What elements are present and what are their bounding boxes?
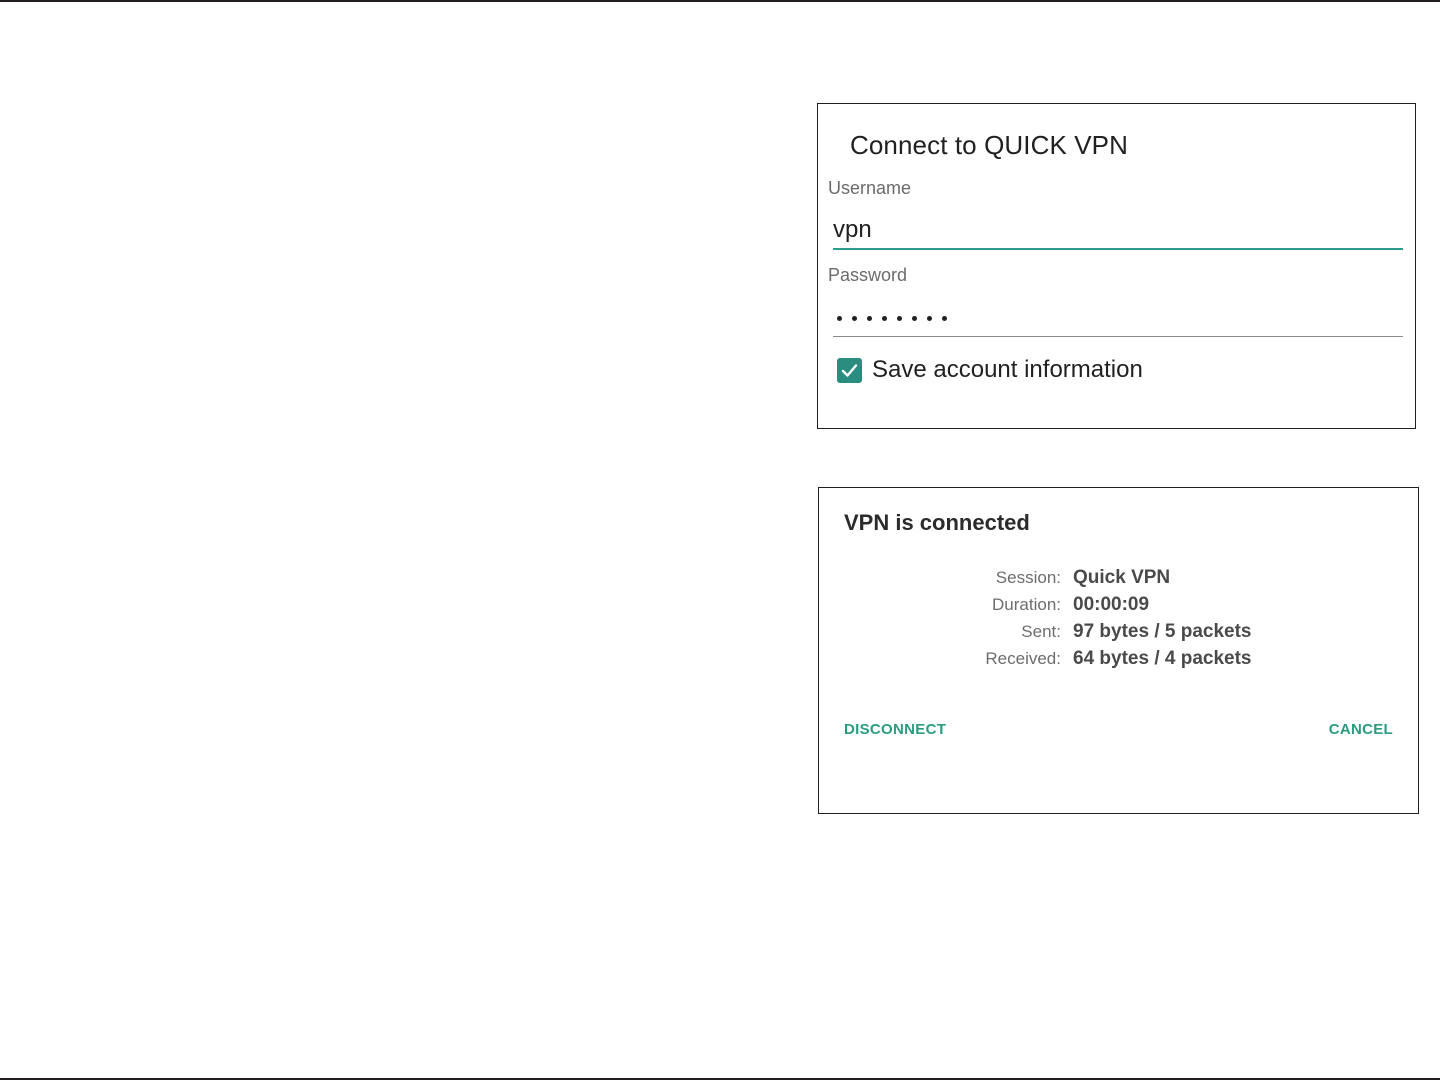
username-label: Username	[828, 178, 912, 198]
check-icon	[841, 363, 858, 377]
password-dot	[897, 316, 902, 321]
password-dot	[942, 316, 947, 321]
stat-value: 97 bytes / 5 packets	[1073, 620, 1252, 642]
password-dot	[912, 316, 917, 321]
password-field[interactable]	[833, 297, 1403, 337]
top-divider	[0, 0, 1440, 2]
cancel-button[interactable]: CANCEL	[1329, 721, 1393, 738]
save-account-checkbox[interactable]	[837, 357, 862, 383]
stat-label: Duration:	[992, 594, 1061, 614]
stat-value: 64 bytes / 4 packets	[1073, 647, 1252, 669]
stat-row-session: Session: Quick VPN	[969, 564, 1369, 591]
status-title: VPN is connected	[844, 510, 1030, 535]
stat-row-duration: Duration: 00:00:09	[969, 591, 1369, 618]
stat-value: 00:00:09	[1073, 593, 1150, 615]
stat-value: Quick VPN	[1073, 566, 1171, 588]
password-dot	[927, 316, 932, 321]
username-field[interactable]: vpn	[833, 210, 1403, 250]
password-dot	[852, 316, 857, 321]
password-label: Password	[828, 265, 908, 285]
password-dot	[837, 316, 842, 321]
stat-row-received: Received: 64 bytes / 4 packets	[969, 645, 1369, 672]
username-value: vpn	[833, 216, 872, 243]
bottom-divider	[0, 1078, 1440, 1080]
connection-stats: Session: Quick VPN Duration: 00:00:09 Se…	[969, 564, 1369, 672]
save-account-label: Save account information	[872, 356, 1143, 383]
disconnect-button[interactable]: DISCONNECT	[844, 721, 946, 738]
vpn-status-dialog: VPN is connected Session: Quick VPN Dura…	[818, 487, 1419, 814]
password-dot	[867, 316, 872, 321]
stat-label: Session:	[995, 567, 1061, 587]
password-mask	[837, 316, 947, 321]
stat-row-sent: Sent: 97 bytes / 5 packets	[969, 618, 1369, 645]
stat-label: Sent:	[1021, 621, 1061, 641]
dialog-title: Connect to QUICK VPN	[850, 130, 1128, 160]
stat-label: Received:	[985, 648, 1061, 668]
password-dot	[882, 316, 887, 321]
vpn-login-dialog: Connect to QUICK VPN Username vpn Passwo…	[817, 103, 1416, 429]
save-account-row[interactable]: Save account information	[837, 356, 1143, 384]
